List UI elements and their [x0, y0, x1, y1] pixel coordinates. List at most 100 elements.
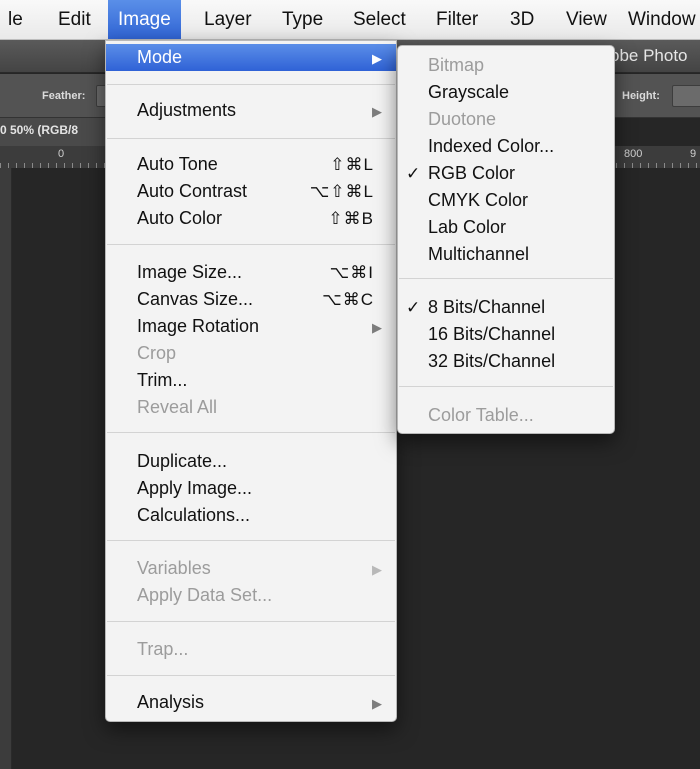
menu-item-image-size[interactable]: Image Size... ⌥⌘I	[106, 259, 396, 286]
height-input[interactable]	[672, 85, 700, 107]
menu-item-label: Bitmap	[428, 55, 485, 75]
menu-item-label: 16 Bits/Channel	[428, 324, 556, 344]
menu-item-label: Calculations...	[137, 505, 251, 525]
menu-item-label: Crop	[137, 343, 177, 363]
menu-item-label: CMYK Color	[428, 190, 529, 210]
menu-separator	[107, 84, 395, 85]
menu-item-variables: Variables ▶	[106, 555, 396, 582]
menu-separator	[107, 138, 395, 139]
menu-item-label: Analysis	[137, 692, 205, 712]
menu-item-reveal-all: Reveal All	[106, 394, 396, 421]
submenu-arrow-icon: ▶	[372, 51, 382, 66]
mode-item-cmyk-color[interactable]: CMYK Color	[398, 187, 614, 214]
ruler-label: 800	[624, 148, 643, 160]
menubar-view[interactable]: View	[556, 0, 617, 39]
height-label: Height:	[622, 90, 660, 102]
menu-item-label: Lab Color	[428, 217, 507, 237]
menu-item-image-rotation[interactable]: Image Rotation ▶	[106, 313, 396, 340]
menu-item-label: 32 Bits/Channel	[428, 351, 556, 371]
mode-item-indexed-color[interactable]: Indexed Color...	[398, 133, 614, 160]
checkmark-icon: ✓	[406, 164, 421, 183]
menubar-3d[interactable]: 3D	[500, 0, 544, 39]
menu-separator	[107, 432, 395, 433]
menu-item-canvas-size[interactable]: Canvas Size... ⌥⌘C	[106, 286, 396, 313]
menu-item-shortcut: ⌥⇧⌘L	[309, 182, 374, 201]
menubar-edit[interactable]: Edit	[48, 0, 101, 39]
menu-item-label: Reveal All	[137, 397, 218, 417]
ruler-label: 0	[58, 148, 65, 160]
menubar-select[interactable]: Select	[343, 0, 416, 39]
menu-item-adjustments[interactable]: Adjustments ▶	[106, 97, 396, 124]
menu-separator	[399, 386, 613, 387]
menu-item-apply-data-set: Apply Data Set...	[106, 582, 396, 609]
menu-item-duplicate[interactable]: Duplicate...	[106, 448, 396, 475]
menu-item-auto-contrast[interactable]: Auto Contrast ⌥⇧⌘L	[106, 178, 396, 205]
menu-item-calculations[interactable]: Calculations...	[106, 502, 396, 529]
menu-item-label: Variables	[137, 558, 211, 578]
menu-item-label: Image Rotation	[137, 316, 260, 336]
menu-item-label: Adjustments	[137, 100, 237, 120]
menubar-layer[interactable]: Layer	[194, 0, 262, 39]
menu-item-label: Auto Contrast	[137, 181, 248, 201]
submenu-arrow-icon: ▶	[372, 696, 382, 711]
mode-submenu: Bitmap Grayscale Duotone Indexed Color..…	[397, 45, 615, 434]
menubar-type[interactable]: Type	[272, 0, 333, 39]
menu-item-label: Color Table...	[428, 405, 534, 425]
menu-item-label: Auto Tone	[137, 154, 218, 174]
menu-item-shortcut: ⌥⌘C	[322, 290, 374, 309]
submenu-arrow-icon: ▶	[372, 320, 382, 335]
document-tab[interactable]: 0 50% (RGB/8	[0, 118, 110, 146]
menu-item-label: Image Size...	[137, 262, 243, 282]
menu-item-mode[interactable]: Mode ▶	[106, 44, 396, 71]
menu-item-label: Indexed Color...	[428, 136, 555, 156]
vertical-ruler	[0, 168, 12, 769]
mode-item-grayscale[interactable]: Grayscale	[398, 79, 614, 106]
menu-item-auto-tone[interactable]: Auto Tone ⇧⌘L	[106, 151, 396, 178]
menu-item-shortcut: ⌥⌘I	[329, 263, 374, 282]
feather-label: Feather:	[42, 90, 86, 102]
mode-item-16-bits[interactable]: 16 Bits/Channel	[398, 321, 614, 348]
mode-item-bitmap: Bitmap	[398, 52, 614, 79]
document-tab-title: 0 50% (RGB/8	[0, 123, 79, 137]
menu-item-auto-color[interactable]: Auto Color ⇧⌘B	[106, 205, 396, 232]
menu-item-label: Duplicate...	[137, 451, 228, 471]
menu-item-label: Apply Data Set...	[137, 585, 273, 605]
menubar-window[interactable]: Window	[618, 0, 700, 39]
mode-item-32-bits[interactable]: 32 Bits/Channel	[398, 348, 614, 375]
ruler-label: 9	[690, 148, 697, 160]
menu-item-label: Auto Color	[137, 208, 223, 228]
menu-separator	[107, 244, 395, 245]
menu-item-trim[interactable]: Trim...	[106, 367, 396, 394]
menu-item-analysis[interactable]: Analysis ▶	[106, 689, 396, 716]
menu-item-label: 8 Bits/Channel	[428, 297, 546, 317]
mode-item-8-bits[interactable]: ✓ 8 Bits/Channel	[398, 294, 614, 321]
menu-item-apply-image[interactable]: Apply Image...	[106, 475, 396, 502]
menu-bar: le Edit Image Layer Type Select Filter 3…	[0, 0, 700, 40]
menu-item-label: Multichannel	[428, 244, 530, 264]
menu-item-label: Trap...	[137, 639, 189, 659]
app-title: obe Photo	[610, 46, 688, 65]
menubar-filter[interactable]: Filter	[426, 0, 488, 39]
menubar-image[interactable]: Image	[108, 0, 181, 39]
mode-item-duotone: Duotone	[398, 106, 614, 133]
menu-item-label: Trim...	[137, 370, 188, 390]
menu-item-shortcut: ⇧⌘B	[328, 209, 374, 228]
submenu-arrow-icon: ▶	[372, 104, 382, 119]
mode-item-color-table: Color Table...	[398, 402, 614, 429]
menu-item-shortcut: ⇧⌘L	[330, 155, 374, 174]
menu-item-label: RGB Color	[428, 163, 516, 183]
image-menu: Mode ▶ Adjustments ▶ Auto Tone ⇧⌘L Auto …	[105, 40, 397, 722]
menu-item-label: Grayscale	[428, 82, 510, 102]
mode-item-multichannel[interactable]: Multichannel	[398, 241, 614, 268]
menu-item-label: Mode	[137, 47, 183, 67]
menu-item-crop: Crop	[106, 340, 396, 367]
mode-item-lab-color[interactable]: Lab Color	[398, 214, 614, 241]
menu-separator	[107, 621, 395, 622]
checkmark-icon: ✓	[406, 298, 421, 317]
menu-item-label: Apply Image...	[137, 478, 253, 498]
menubar-file[interactable]: le	[0, 0, 33, 39]
submenu-arrow-icon: ▶	[372, 562, 382, 577]
menu-separator	[107, 540, 395, 541]
mode-item-rgb-color[interactable]: ✓ RGB Color	[398, 160, 614, 187]
menu-separator	[399, 278, 613, 279]
